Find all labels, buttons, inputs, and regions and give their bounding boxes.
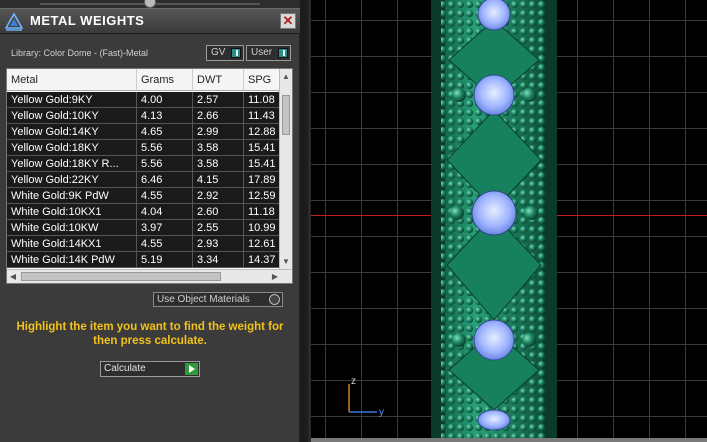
- grams-cell: 3.97: [137, 220, 193, 236]
- y-axis-label: y: [379, 407, 384, 418]
- grams-cell: 4.55: [137, 188, 193, 204]
- scroll-left-icon[interactable]: ◀: [7, 270, 19, 283]
- close-icon: ✕: [282, 13, 294, 28]
- grams-cell: 5.56: [137, 156, 193, 172]
- dwt-cell: 2.99: [193, 124, 244, 140]
- table-row[interactable]: Yellow Gold:22KY 6.46 4.15 17.89: [7, 172, 281, 188]
- dwt-cell: 2.66: [193, 108, 244, 124]
- viewport-status-bar: [311, 438, 707, 442]
- table-body: Yellow Gold:9KY 4.00 2.57 11.08 Yellow Gold:…: [7, 92, 281, 268]
- scroll-right-icon[interactable]: ▶: [269, 270, 281, 283]
- dwt-cell: 2.92: [193, 188, 244, 204]
- dwt-cell: 2.93: [193, 236, 244, 252]
- metal-weights-logo-icon: [4, 12, 24, 31]
- table-row[interactable]: White Gold:10KW 3.97 2.55 10.99: [7, 220, 281, 236]
- user-toggle[interactable]: User: [246, 45, 291, 61]
- metal-cell: Yellow Gold:18KY: [7, 140, 137, 156]
- ring-3d-model[interactable]: [429, 0, 559, 442]
- metal-weights-panel: METAL WEIGHTS ✕ Library: Color Dome - (F…: [0, 0, 300, 442]
- metal-cell: White Gold:9K PdW: [7, 188, 137, 204]
- column-header-metal[interactable]: Metal: [7, 69, 137, 91]
- metal-cell: White Gold:10KX1: [7, 204, 137, 220]
- grams-cell: 4.00: [137, 92, 193, 108]
- table-row[interactable]: Yellow Gold:14KY 4.65 2.99 12.88: [7, 124, 281, 140]
- spg-cell: 10.99: [244, 220, 281, 236]
- toggle-switch-icon: [231, 48, 241, 58]
- metal-cell: Yellow Gold:18KY R...: [7, 156, 137, 172]
- grams-cell: 4.04: [137, 204, 193, 220]
- scrollbar-thumb[interactable]: [21, 272, 221, 281]
- spg-cell: 12.59: [244, 188, 281, 204]
- metal-cell: Yellow Gold:14KY: [7, 124, 137, 140]
- spg-cell: 11.43: [244, 108, 281, 124]
- grams-cell: 5.19: [137, 252, 193, 268]
- dwt-cell: 4.15: [193, 172, 244, 188]
- metal-cell: Yellow Gold:22KY: [7, 172, 137, 188]
- panel-titlebar: METAL WEIGHTS ✕: [0, 8, 300, 34]
- axis-gizmo: z y: [348, 376, 384, 418]
- 3d-viewport[interactable]: z y: [308, 0, 707, 442]
- user-toggle-label: User: [251, 47, 273, 58]
- scrollbar-thumb[interactable]: [282, 95, 290, 135]
- grams-cell: 4.55: [137, 236, 193, 252]
- spg-cell: 14.37: [244, 252, 281, 268]
- table-row[interactable]: White Gold:9K PdW 4.55 2.92 12.59: [7, 188, 281, 204]
- table-row[interactable]: Yellow Gold:18KY 5.56 3.58 15.41: [7, 140, 281, 156]
- metal-cell: White Gold:14KX1: [7, 236, 137, 252]
- metal-cell: White Gold:14K PdW: [7, 252, 137, 268]
- column-header-dwt[interactable]: DWT: [193, 69, 244, 91]
- panel-splitter[interactable]: [300, 0, 308, 442]
- grams-cell: 6.46: [137, 172, 193, 188]
- spg-cell: 17.89: [244, 172, 281, 188]
- radio-icon[interactable]: [269, 294, 280, 305]
- dwt-cell: 3.58: [193, 156, 244, 172]
- close-button[interactable]: ✕: [280, 13, 296, 29]
- spg-cell: 11.18: [244, 204, 281, 220]
- table-horizontal-scrollbar[interactable]: ◀ ▶: [7, 269, 292, 283]
- instruction-text: Highlight the item you want to find the …: [16, 321, 284, 347]
- table-row[interactable]: White Gold:10KX1 4.04 2.60 11.18: [7, 204, 281, 220]
- dwt-cell: 2.60: [193, 204, 244, 220]
- z-axis-label: z: [351, 376, 356, 387]
- table-row[interactable]: Yellow Gold:18KY R... 5.56 3.58 15.41: [7, 156, 281, 172]
- use-object-materials-label: Use Object Materials: [157, 294, 250, 305]
- panel-title: METAL WEIGHTS: [30, 13, 145, 28]
- dwt-cell: 3.58: [193, 140, 244, 156]
- toggle-switch-icon: [278, 48, 288, 58]
- grams-cell: 4.13: [137, 108, 193, 124]
- table-row[interactable]: Yellow Gold:10KY 4.13 2.66 11.43: [7, 108, 281, 124]
- use-object-materials-option[interactable]: Use Object Materials: [153, 292, 283, 307]
- spg-cell: 12.88: [244, 124, 281, 140]
- column-header-grams[interactable]: Grams: [137, 69, 193, 91]
- gv-toggle-label: GV: [211, 47, 226, 58]
- metal-weights-table: Metal Grams DWT SPG Yellow Gold:9KY 4.00 2…: [6, 68, 293, 284]
- slider-knob[interactable]: [144, 0, 156, 8]
- grams-cell: 5.56: [137, 140, 193, 156]
- library-label: Library: Color Dome - (Fast)-Metal: [11, 48, 149, 58]
- table-row[interactable]: White Gold:14K PdW 5.19 3.34 14.37: [7, 252, 281, 268]
- metal-cell: Yellow Gold:10KY: [7, 108, 137, 124]
- table-vertical-scrollbar[interactable]: ▲ ▼: [279, 69, 292, 270]
- dwt-cell: 2.57: [193, 92, 244, 108]
- panel-slider-strip[interactable]: [0, 0, 300, 8]
- table-header: Metal Grams DWT SPG: [7, 69, 281, 91]
- play-arrow-icon: [185, 363, 198, 375]
- calculate-button[interactable]: Calculate: [100, 361, 200, 377]
- dwt-cell: 2.55: [193, 220, 244, 236]
- scroll-down-icon[interactable]: ▼: [280, 256, 292, 268]
- spg-cell: 11.08: [244, 92, 281, 108]
- spg-cell: 15.41: [244, 156, 281, 172]
- spg-cell: 15.41: [244, 140, 281, 156]
- metal-cell: Yellow Gold:9KY: [7, 92, 137, 108]
- grams-cell: 4.65: [137, 124, 193, 140]
- metal-cell: White Gold:10KW: [7, 220, 137, 236]
- spg-cell: 12.61: [244, 236, 281, 252]
- gv-toggle[interactable]: GV: [206, 45, 244, 61]
- calculate-label: Calculate: [104, 363, 146, 374]
- dwt-cell: 3.34: [193, 252, 244, 268]
- table-row[interactable]: Yellow Gold:9KY 4.00 2.57 11.08: [7, 92, 281, 108]
- table-row[interactable]: White Gold:14KX1 4.55 2.93 12.61: [7, 236, 281, 252]
- column-header-spg[interactable]: SPG: [244, 69, 281, 91]
- scroll-up-icon[interactable]: ▲: [280, 71, 292, 83]
